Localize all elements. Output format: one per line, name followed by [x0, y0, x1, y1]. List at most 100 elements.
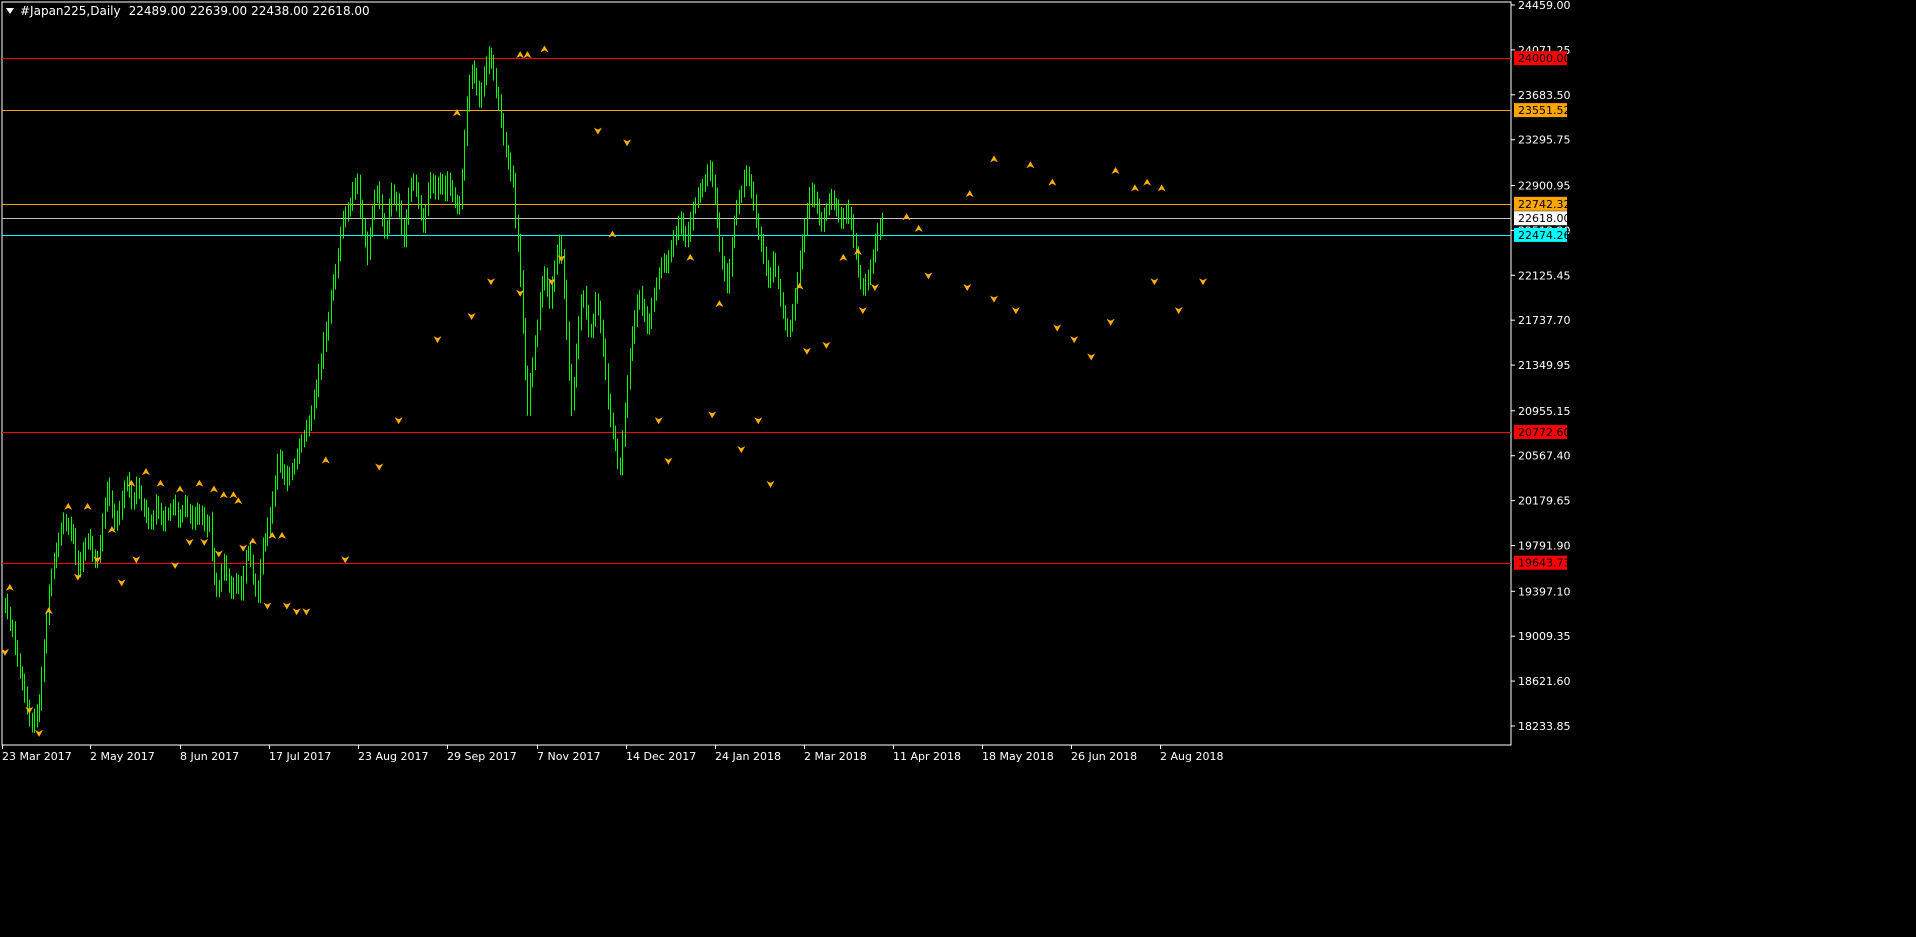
fractal-down-arrow [282, 602, 291, 610]
close-value: 22618.00 [312, 4, 370, 18]
fractal-down-arrow [35, 729, 44, 737]
level-price-label: 22742.32 [1518, 198, 1571, 211]
fractal-up-arrow [1026, 161, 1035, 169]
fractal-up-arrow [965, 190, 974, 198]
fractal-up-arrow [902, 213, 911, 221]
time-axis-label: 26 Jun 2018 [1071, 750, 1137, 763]
time-axis-label: 2 Mar 2018 [804, 750, 867, 763]
fractal-up-arrow [853, 248, 862, 256]
fractal-up-arrow [156, 479, 165, 487]
fractal-down-arrow [516, 289, 525, 297]
price-axis-label: 19397.10 [1518, 585, 1571, 598]
collapse-triangle-icon[interactable] [6, 8, 14, 14]
fractal-down-arrow [341, 556, 350, 564]
time-axis-label: 23 Aug 2017 [358, 750, 428, 763]
fractal-up-arrow [540, 45, 549, 53]
fractal-up-arrow [278, 531, 287, 539]
fractal-up-arrow [715, 300, 724, 308]
fractal-up-arrow [141, 468, 150, 476]
fractal-up-arrow [64, 502, 73, 510]
price-axis-label: 21737.70 [1518, 314, 1571, 327]
high-value: 22639.00 [189, 4, 248, 18]
price-axis-label: 23295.75 [1518, 134, 1571, 147]
fractal-down-arrow [963, 284, 972, 292]
fractal-up-arrow [268, 531, 277, 539]
time-axis-label: 2 May 2017 [90, 750, 155, 763]
fractal-up-arrow [44, 607, 53, 615]
price-chart[interactable]: 24459.0024071.2523683.5023295.7522900.95… [0, 0, 1916, 937]
fractal-down-arrow [870, 284, 879, 292]
fractal-down-arrow [737, 446, 746, 454]
symbol-label: #Japan225,Daily [20, 4, 121, 18]
fractal-down-arrow [593, 127, 602, 135]
fractal-down-arrow [1198, 278, 1207, 286]
time-axis-label: 29 Sep 2017 [447, 750, 517, 763]
price-axis-label: 22900.95 [1518, 179, 1571, 192]
fractal-down-arrow [239, 544, 248, 552]
time-axis-label: 17 Jul 2017 [269, 750, 331, 763]
price-axis-label: 22125.45 [1518, 269, 1571, 282]
fractal-down-arrow [375, 463, 384, 471]
fractal-up-arrow [321, 456, 330, 464]
fractal-down-arrow [822, 341, 831, 349]
fractal-up-arrow [209, 485, 218, 493]
level-price-label: 22474.26 [1518, 229, 1571, 242]
time-axis-label: 7 Nov 2017 [537, 750, 600, 763]
fractal-down-arrow [132, 556, 141, 564]
chart-title-bar: #Japan225,Daily 22489.00 22639.00 22438.00 2… [6, 4, 374, 18]
fractal-up-arrow [195, 479, 204, 487]
level-price-label: 24000.00 [1518, 52, 1571, 65]
fractal-down-arrow [394, 417, 403, 425]
fractal-up-arrow [839, 253, 848, 261]
fractal-up-arrow [795, 282, 804, 290]
fractal-down-arrow [754, 417, 763, 425]
fractal-down-arrow [1070, 336, 1079, 344]
fractal-down-arrow [1053, 324, 1062, 332]
fractal-down-arrow [467, 312, 476, 320]
fractal-up-arrow [219, 491, 228, 499]
fractal-down-arrow [664, 457, 673, 465]
price-axis-label: 20567.40 [1518, 450, 1571, 463]
current-price-label: 22618.00 [1518, 212, 1571, 225]
fractal-down-arrow [263, 602, 272, 610]
fractal-up-arrow [175, 485, 184, 493]
price-axis-label: 19791.90 [1518, 540, 1571, 553]
fractal-down-arrow [623, 139, 632, 147]
time-axis-label: 24 Jan 2018 [715, 750, 781, 763]
fractal-down-arrow [200, 538, 209, 546]
fractal-up-arrow [516, 51, 525, 59]
fractal-up-arrow [686, 253, 695, 261]
price-axis-label: 23683.50 [1518, 89, 1571, 102]
fractal-down-arrow [1087, 353, 1096, 361]
fractal-down-arrow [708, 411, 717, 419]
fractal-up-arrow [523, 51, 532, 59]
fractal-down-arrow [292, 608, 301, 616]
fractal-down-arrow [185, 538, 194, 546]
time-axis-label: 14 Dec 2017 [626, 750, 696, 763]
price-axis-label: 19009.35 [1518, 630, 1571, 643]
fractal-up-arrow [1111, 166, 1120, 174]
fractal-up-arrow [1157, 184, 1166, 192]
fractal-up-arrow [914, 224, 923, 232]
fractal-down-arrow [433, 336, 442, 344]
fractal-down-arrow [858, 307, 867, 315]
plot-frame [1, 1, 1512, 746]
fractal-up-arrow [1130, 184, 1139, 192]
price-axis-label: 24459.00 [1518, 0, 1571, 12]
fractal-up-arrow [229, 491, 238, 499]
fractal-up-arrow [5, 583, 14, 591]
price-axis-label: 20955.15 [1518, 405, 1571, 418]
fractal-down-arrow [1174, 307, 1183, 315]
fractal-down-arrow [924, 272, 933, 280]
fractal-down-arrow [487, 278, 495, 286]
fractal-down-arrow [302, 608, 311, 616]
fractal-up-arrow [1048, 178, 1057, 186]
level-price-label: 20772.60 [1518, 426, 1571, 439]
fractal-up-arrow [248, 537, 257, 545]
time-axis-label: 2 Aug 2018 [1160, 750, 1223, 763]
time-axis-label: 11 Apr 2018 [893, 750, 961, 763]
fractal-down-arrow [654, 417, 663, 425]
time-axis-label: 18 May 2018 [982, 750, 1054, 763]
price-axis-label: 20179.65 [1518, 495, 1571, 508]
fractal-down-arrow [990, 295, 999, 303]
